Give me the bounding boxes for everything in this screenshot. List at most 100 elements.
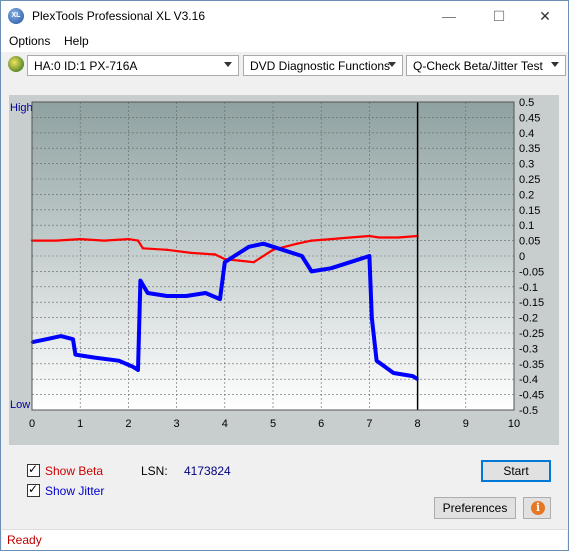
data-point-jitter [300,254,304,258]
y-tick-label: -0.45 [519,390,544,402]
x-tick-label: 6 [318,418,324,430]
beta-jitter-chart: 0.5 0.45 0.4 0.35 0.3 0.25 0.2 0.15 0.1 0.05 0 -0.0… [10,97,544,430]
show-beta-checkbox[interactable] [27,462,40,477]
drive-select-value: HA:0 ID:1 PX-716A [34,59,138,73]
y-tick-label: -0.25 [519,328,544,340]
data-point-jitter [93,356,96,359]
y-tick-label: 0.05 [519,236,540,248]
y-tick-label: -0.15 [519,297,544,309]
data-point-beta [252,260,255,264]
chevron-down-icon [388,62,396,67]
title-bar: XL PlexTools Professional XL V3.16 — ☐ ✕ [1,1,568,31]
data-point-jitter [59,334,63,338]
info-button[interactable]: i [523,497,551,519]
data-point-jitter [247,245,251,248]
menu-help[interactable]: Help [64,34,89,48]
y-tick-label: -0.35 [519,359,544,371]
data-point-beta [213,253,217,256]
data-point-beta [127,237,130,241]
x-tick-label: 8 [415,418,421,430]
drive-select[interactable]: HA:0 ID:1 PX-716A [27,55,239,76]
data-point-jitter [281,248,284,252]
y-tick-label: 0 [519,251,525,263]
y-tick-label: 0.1 [519,220,534,232]
y-tick-label: 0.3 [519,159,534,171]
info-icon: i [531,501,545,515]
menu-options[interactable]: Options [9,34,50,48]
data-point-beta [54,239,58,242]
data-point-beta [368,234,371,238]
status-text: Ready [7,533,42,547]
plextools-logo-icon: XL [8,8,24,24]
data-point-beta [238,259,241,262]
data-point-jitter [45,337,48,341]
data-point-beta [310,239,313,242]
axis-low-label: Low [10,399,30,411]
preferences-button[interactable]: Preferences [434,497,516,519]
status-bar: Ready [2,529,567,550]
maximize-icon[interactable]: ☐ [476,1,522,31]
y-tick-label: 0.4 [519,128,534,140]
data-point-beta [295,242,299,245]
data-point-beta [348,236,352,239]
data-point-beta [141,247,145,250]
close-icon[interactable]: ✕ [522,1,568,31]
function-select-value: DVD Diagnostic Functions [250,59,391,73]
show-beta-label[interactable]: Show Beta [45,464,103,478]
y-tick-label: -0.05 [519,266,544,278]
x-tick-label: 2 [125,418,131,430]
x-tick-label: 7 [366,418,372,430]
show-jitter-checkbox[interactable] [27,482,40,497]
data-point-beta [165,248,169,252]
y-tick-label: -0.5 [519,405,538,417]
data-point-jitter [71,337,75,341]
x-tick-label: 1 [77,418,83,430]
data-point-jitter [375,359,378,362]
data-point-jitter [233,254,236,258]
options-panel: Show Beta Show Jitter LSN: 4173824 Start… [9,453,559,525]
data-point-jitter [223,260,226,264]
data-point-jitter [348,260,352,264]
data-point-beta [397,236,400,239]
x-tick-label: 0 [29,418,35,430]
test-select-value: Q-Check Beta/Jitter Test [413,59,543,73]
data-point-jitter [74,353,77,356]
data-point-jitter [262,242,265,245]
chevron-down-icon [551,62,559,67]
x-tick-label: 5 [270,418,276,430]
x-tick-label: 9 [463,418,469,430]
data-point-jitter [370,316,374,319]
y-tick-label: 0.45 [519,112,540,124]
toolbar: HA:0 ID:1 PX-716A DVD Diagnostic Functio… [1,52,568,80]
data-point-jitter [329,267,333,270]
chevron-down-icon [224,62,232,67]
y-tick-label: -0.1 [519,282,538,294]
minimize-icon[interactable]: — [426,1,472,31]
y-tick-label: 0.25 [519,174,540,186]
data-point-jitter [132,365,135,369]
x-tick-label: 4 [222,418,228,430]
function-select[interactable]: DVD Diagnostic Functions [243,55,403,76]
data-point-beta [329,237,333,241]
menu-bar: Options Help [1,31,568,52]
lsn-value: 4173824 [184,464,231,478]
data-point-beta [136,239,140,242]
y-tick-label: -0.2 [519,313,538,325]
y-tick-label: 0.15 [519,205,540,217]
data-point-beta [79,237,82,241]
y-tick-label: -0.3 [519,343,538,355]
data-point-jitter [146,291,149,295]
data-point-jitter [117,359,120,362]
data-point-jitter [185,294,188,298]
data-point-jitter [368,254,371,258]
data-point-jitter [136,368,140,372]
y-tick-label: -0.4 [519,374,538,386]
y-tick-label: 0.35 [519,143,540,155]
axis-high-label: High [10,102,33,114]
show-jitter-label[interactable]: Show Jitter [45,484,104,498]
test-select[interactable]: Q-Check Beta/Jitter Test [406,55,566,76]
data-point-jitter [165,294,169,298]
start-button[interactable]: Start [481,460,551,482]
x-tick-label: 3 [174,418,180,430]
data-point-jitter [310,270,313,273]
